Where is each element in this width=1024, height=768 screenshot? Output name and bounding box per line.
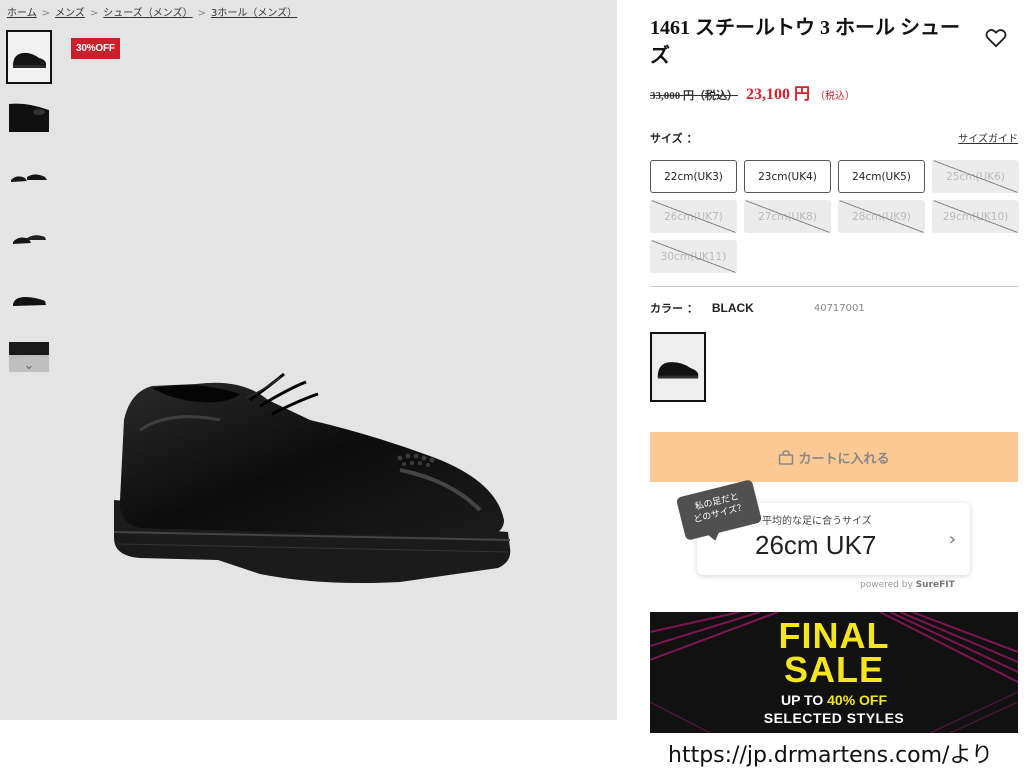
sale-line-sale: SALE bbox=[783, 649, 884, 690]
size-option: 29cm(UK10) bbox=[932, 200, 1019, 233]
shoe-closeup-image bbox=[9, 103, 49, 132]
original-price: 33,000 円（税込） bbox=[650, 90, 738, 102]
discount-badge: 30%OFF bbox=[71, 38, 120, 59]
thumbnail-5[interactable] bbox=[6, 270, 52, 324]
breadcrumb-mens[interactable]: メンズ bbox=[55, 8, 85, 19]
size-options: 22cm(UK3) 23cm(UK4) 24cm(UK5) 25cm(UK6) 26cm… bbox=[650, 160, 1019, 273]
thumbnail-2[interactable] bbox=[6, 90, 52, 144]
sale-line-styles: SELECTED STYLES bbox=[763, 710, 905, 726]
size-guide-link[interactable]: サイズガイド bbox=[958, 130, 1018, 146]
color-swatch-black[interactable] bbox=[650, 332, 706, 402]
surefit-subtitle: 平均的な足に合うサイズ bbox=[762, 516, 872, 527]
size-option: 25cm(UK6) bbox=[932, 160, 1019, 193]
size-option[interactable]: 23cm(UK4) bbox=[744, 160, 831, 193]
shoe-thumbnail-image bbox=[13, 52, 46, 68]
thumbnail-4[interactable] bbox=[6, 210, 52, 264]
shoe-pair-image bbox=[11, 174, 47, 182]
thumbnail-3[interactable] bbox=[6, 150, 52, 204]
product-details: 1461 スチールトウ 3 ホール シューズ 33,000 円（税込） 23,1… bbox=[650, 14, 1019, 273]
shopping-bag-icon bbox=[779, 449, 794, 465]
sale-line-discount: UP TO 40% OFF bbox=[650, 692, 1018, 708]
chevron-down-icon[interactable]: ⌄ bbox=[6, 355, 52, 375]
sale-discount-value: 40% OFF bbox=[827, 692, 888, 708]
divider bbox=[650, 286, 1018, 287]
size-option[interactable]: 24cm(UK5) bbox=[838, 160, 925, 193]
shoe-side-image bbox=[13, 297, 46, 306]
final-sale-banner[interactable]: FINAL SALE UP TO 40% OFF SELECTED STYLES bbox=[650, 612, 1018, 733]
size-option: 27cm(UK8) bbox=[744, 200, 831, 233]
powered-by-label: powered by bbox=[860, 580, 916, 590]
surefit-brand: SureFIT bbox=[915, 580, 955, 590]
breadcrumb-mens-shoes[interactable]: シューズ（メンズ） bbox=[103, 8, 192, 19]
size-option: 28cm(UK9) bbox=[838, 200, 925, 233]
breadcrumb-separator: > bbox=[41, 8, 51, 19]
shoe-pair-image bbox=[13, 235, 46, 244]
color-row: カラー ： BLACK 40717001 bbox=[650, 300, 1018, 316]
size-header: サイズ ： サイズガイド bbox=[650, 130, 1018, 146]
add-to-cart-label: カートに入れる bbox=[798, 450, 890, 466]
sale-price: 23,100 円 bbox=[746, 86, 811, 103]
price-row: 33,000 円（税込） 23,100 円 （税込） bbox=[650, 80, 1018, 104]
surefit-recommended-size: 26cm UK7 bbox=[755, 530, 877, 560]
thumbnail-list bbox=[6, 30, 52, 390]
product-gallery: ホーム > メンズ > シューズ（メンズ） >3ホール（メンズ） ⌄ 30%OFF bbox=[0, 0, 617, 720]
size-option: 26cm(UK7) bbox=[650, 200, 737, 233]
heart-icon[interactable] bbox=[985, 28, 1007, 48]
shoe-swatch-image bbox=[657, 362, 699, 379]
product-sku: 40717001 bbox=[813, 302, 865, 314]
product-title: 1461 スチールトウ 3 ホール シューズ bbox=[650, 17, 960, 67]
breadcrumb-separator: > bbox=[89, 8, 99, 19]
surefit-powered-by: powered by SureFIT bbox=[860, 580, 955, 590]
breadcrumb-home[interactable]: ホーム bbox=[7, 8, 37, 19]
color-label: カラー ： bbox=[650, 302, 698, 315]
thumbnail-1[interactable] bbox=[6, 30, 52, 84]
breadcrumb-3-hole[interactable]: 3ホール（メンズ） bbox=[211, 8, 297, 19]
size-option[interactable]: 22cm(UK3) bbox=[650, 160, 737, 193]
sale-discount-prefix: UP TO bbox=[780, 692, 828, 708]
breadcrumb-separator: > bbox=[197, 8, 206, 19]
size-label: サイズ ： bbox=[650, 132, 698, 145]
breadcrumb: ホーム > メンズ > シューズ（メンズ） >3ホール（メンズ） bbox=[7, 4, 297, 19]
tax-note: （税込） bbox=[815, 91, 856, 102]
add-to-cart-button[interactable]: カートに入れる bbox=[650, 432, 1018, 482]
product-main-image[interactable] bbox=[100, 360, 520, 610]
color-value: BLACK bbox=[711, 301, 754, 315]
source-caption: https://jp.drmartens.com/より bbox=[668, 743, 994, 768]
surefit-bubble-text: 私の足だと どのサイズ？ bbox=[693, 492, 748, 525]
size-option: 30cm(UK11) bbox=[650, 240, 737, 273]
chevron-right-icon: › bbox=[948, 529, 956, 550]
